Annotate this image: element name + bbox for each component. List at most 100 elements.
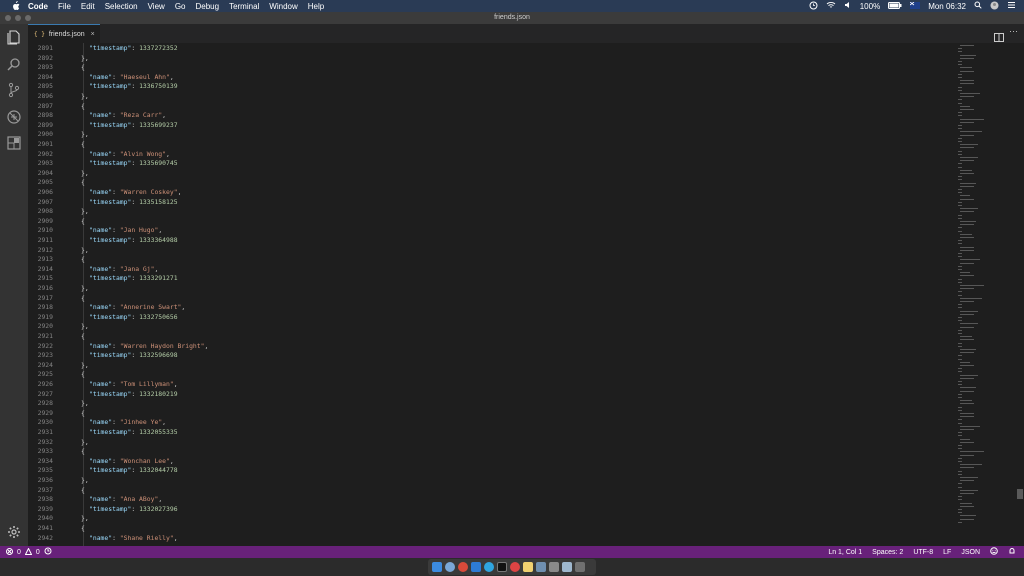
code-line[interactable]: 2940}, bbox=[28, 514, 968, 524]
code-line[interactable]: 2919 "timestamp": 1332750656 bbox=[28, 313, 968, 323]
split-editor-icon[interactable] bbox=[994, 29, 1004, 42]
trash-icon[interactable] bbox=[575, 562, 585, 572]
code-line[interactable]: 2930 "name": "Jinhee Ye", bbox=[28, 418, 968, 428]
notification-center-icon[interactable] bbox=[1007, 1, 1016, 11]
code-line[interactable]: 2928}, bbox=[28, 399, 968, 409]
finder-icon[interactable] bbox=[432, 562, 442, 572]
status-problems[interactable]: 0 0 bbox=[0, 546, 52, 557]
apple-icon[interactable] bbox=[10, 1, 20, 11]
menubar-clock[interactable]: Mon 06:32 bbox=[928, 2, 966, 11]
code-line[interactable]: 2896}, bbox=[28, 92, 968, 102]
code-line[interactable]: 2938 "name": "Ana ABoy", bbox=[28, 495, 968, 505]
code-line[interactable]: 2897 { bbox=[28, 102, 968, 112]
code-line[interactable]: 2920}, bbox=[28, 322, 968, 332]
battery-icon[interactable] bbox=[888, 1, 902, 11]
notifications-bell-icon[interactable] bbox=[1008, 547, 1016, 557]
code-line[interactable]: 2908}, bbox=[28, 207, 968, 217]
menu-selection[interactable]: Selection bbox=[105, 2, 138, 11]
code-line[interactable]: 2894 "name": "Haeseul Ahn", bbox=[28, 73, 968, 83]
code-line[interactable]: 2912}, bbox=[28, 246, 968, 256]
preview-icon[interactable] bbox=[536, 562, 546, 572]
code-line[interactable]: 2937 { bbox=[28, 486, 968, 496]
code-line[interactable]: 2898 "name": "Reza Carr", bbox=[28, 111, 968, 121]
settings-gear-icon[interactable] bbox=[6, 524, 22, 540]
code-line[interactable]: 2900}, bbox=[28, 130, 968, 140]
code-editor[interactable]: 2891 "timestamp": 1337272352 2892}, 2893{28… bbox=[28, 43, 1024, 546]
code-line[interactable]: 2906 "name": "Warren Coskey", bbox=[28, 188, 968, 198]
code-line[interactable]: 2914 "name": "Jana Gj", bbox=[28, 265, 968, 275]
code-line[interactable]: 2913 { bbox=[28, 255, 968, 265]
code-line[interactable]: 2936}, bbox=[28, 476, 968, 486]
code-line[interactable]: 2942 "name": "Shane Rielly", bbox=[28, 534, 968, 544]
menu-help[interactable]: Help bbox=[308, 2, 324, 11]
code-line[interactable]: 2907 "timestamp": 1335158125 bbox=[28, 198, 968, 208]
code-line[interactable]: 2910 "name": "Jan Hugo", bbox=[28, 226, 968, 236]
vscode-icon[interactable] bbox=[471, 562, 481, 572]
code-line[interactable]: 2915 "timestamp": 1333291271 bbox=[28, 274, 968, 284]
extensions-icon[interactable] bbox=[6, 135, 22, 151]
code-line[interactable]: 2918 "name": "Annerine Swart", bbox=[28, 303, 968, 313]
tab-friends-json[interactable]: { } friends.json × bbox=[28, 24, 100, 44]
notes-icon[interactable] bbox=[523, 562, 533, 572]
code-line[interactable]: 2909 { bbox=[28, 217, 968, 227]
code-line[interactable]: 2932}, bbox=[28, 438, 968, 448]
more-actions-icon[interactable]: ··· bbox=[1009, 26, 1018, 36]
code-line[interactable]: 2904}, bbox=[28, 169, 968, 179]
code-line[interactable]: 2941 { bbox=[28, 524, 968, 534]
cursor-position[interactable]: Ln 1, Col 1 bbox=[828, 549, 862, 556]
minimap[interactable] bbox=[956, 43, 1008, 546]
code-line[interactable]: 2935 "timestamp": 1332044778 bbox=[28, 466, 968, 476]
spotlight-icon[interactable] bbox=[974, 1, 982, 11]
menu-file[interactable]: File bbox=[58, 2, 71, 11]
language-mode[interactable]: JSON bbox=[961, 549, 980, 556]
battery-percent[interactable]: 100% bbox=[860, 2, 880, 11]
tab-close-icon[interactable]: × bbox=[91, 31, 95, 38]
code-line[interactable]: 2921 { bbox=[28, 332, 968, 342]
app-icon-red[interactable] bbox=[510, 562, 520, 572]
code-line[interactable]: 2901 { bbox=[28, 140, 968, 150]
menu-app-name[interactable]: Code bbox=[28, 2, 48, 11]
explorer-icon[interactable] bbox=[6, 29, 22, 45]
code-line[interactable]: 2892}, bbox=[28, 54, 968, 64]
screenshot-icon[interactable] bbox=[562, 562, 572, 572]
code-line[interactable]: 2902 "name": "Alvin Wong", bbox=[28, 150, 968, 160]
file-encoding[interactable]: UTF-8 bbox=[913, 549, 933, 556]
time-machine-icon[interactable] bbox=[809, 1, 818, 12]
telegram-icon[interactable] bbox=[484, 562, 494, 572]
terminal-icon[interactable] bbox=[497, 562, 507, 572]
code-line[interactable]: 2903 "timestamp": 1335690745 bbox=[28, 159, 968, 169]
code-line[interactable]: 2926 "name": "Tom Lillyman", bbox=[28, 380, 968, 390]
code-line[interactable]: 2893 { bbox=[28, 63, 968, 73]
code-line[interactable]: 2939 "timestamp": 1332027396 bbox=[28, 505, 968, 515]
code-line[interactable]: 2917 { bbox=[28, 294, 968, 304]
code-line[interactable]: 2891 "timestamp": 1337272352 bbox=[28, 44, 968, 54]
menu-debug[interactable]: Debug bbox=[195, 2, 219, 11]
system-preferences-icon[interactable] bbox=[549, 562, 559, 572]
user-avatar[interactable] bbox=[990, 1, 999, 12]
menu-window[interactable]: Window bbox=[269, 2, 297, 11]
wifi-icon[interactable] bbox=[826, 1, 836, 11]
volume-icon[interactable] bbox=[844, 1, 852, 11]
code-line[interactable]: 2927 "timestamp": 1332180219 bbox=[28, 390, 968, 400]
code-line[interactable]: 2931 "timestamp": 1332055335 bbox=[28, 428, 968, 438]
vertical-scrollbar[interactable] bbox=[1016, 43, 1024, 546]
indentation[interactable]: Spaces: 2 bbox=[872, 549, 903, 556]
code-line[interactable]: 2916}, bbox=[28, 284, 968, 294]
code-line[interactable]: 2911 "timestamp": 1333364988 bbox=[28, 236, 968, 246]
search-icon[interactable] bbox=[6, 56, 22, 72]
code-line[interactable]: 2895 "timestamp": 1336750139 bbox=[28, 82, 968, 92]
code-line[interactable]: 2923 "timestamp": 1332596698 bbox=[28, 351, 968, 361]
code-line[interactable]: 2922 "name": "Warren Haydon Bright", bbox=[28, 342, 968, 352]
scrollbar-thumb[interactable] bbox=[1017, 489, 1023, 499]
code-line[interactable]: 2899 "timestamp": 1335699237 bbox=[28, 121, 968, 131]
launchpad-icon[interactable] bbox=[445, 562, 455, 572]
code-line[interactable]: 2925 { bbox=[28, 370, 968, 380]
flag-icon[interactable] bbox=[909, 1, 921, 11]
feedback-smiley-icon[interactable] bbox=[990, 547, 998, 557]
debug-icon[interactable] bbox=[6, 109, 22, 125]
code-line[interactable]: 2934 "name": "Wonchan Lee", bbox=[28, 457, 968, 467]
code-line[interactable]: 2905 { bbox=[28, 178, 968, 188]
menu-go[interactable]: Go bbox=[175, 2, 186, 11]
menu-view[interactable]: View bbox=[148, 2, 165, 11]
code-line[interactable]: 2924}, bbox=[28, 361, 968, 371]
